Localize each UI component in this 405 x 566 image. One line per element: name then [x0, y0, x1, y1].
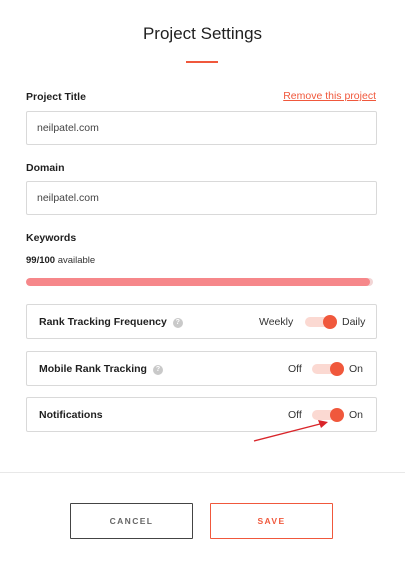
keywords-label: Keywords [26, 232, 77, 244]
rank-tracking-daily-label[interactable]: Daily [342, 316, 365, 328]
project-title-input[interactable] [26, 111, 377, 145]
footer-divider [0, 472, 405, 473]
project-title-label: Project Title [26, 91, 86, 103]
keywords-count: 99/100 available [26, 255, 95, 266]
mobile-rank-toggle[interactable] [312, 362, 344, 376]
rank-tracking-label: Rank Tracking Frequency [39, 316, 167, 328]
keywords-available-text: available [57, 255, 96, 266]
mobile-rank-label: Mobile Rank Tracking [39, 363, 147, 375]
mobile-rank-label-wrap: Mobile Rank Tracking? [39, 363, 163, 375]
help-icon[interactable]: ? [172, 318, 183, 328]
rank-tracking-row: Rank Tracking Frequency? Weekly Daily [26, 304, 377, 339]
notifications-toggle[interactable] [312, 408, 344, 422]
notifications-off-label[interactable]: Off [288, 409, 302, 421]
keywords-progress-fill [26, 278, 370, 286]
mobile-rank-off-label[interactable]: Off [288, 363, 302, 375]
keywords-progress-bar [26, 278, 373, 286]
notifications-on-label[interactable]: On [349, 409, 363, 421]
remove-project-link[interactable]: Remove this project [283, 90, 376, 102]
domain-input[interactable] [26, 181, 377, 215]
title-underline [186, 61, 218, 63]
rank-tracking-toggle[interactable] [305, 315, 337, 329]
mobile-rank-row: Mobile Rank Tracking? Off On [26, 351, 377, 386]
rank-tracking-label-wrap: Rank Tracking Frequency? [39, 316, 183, 328]
cancel-button[interactable]: CANCEL [70, 503, 193, 539]
toggle-knob [323, 315, 337, 329]
toggle-knob [330, 362, 344, 376]
notifications-label: Notifications [39, 409, 103, 421]
keywords-used: 99/100 [26, 255, 56, 266]
save-button[interactable]: SAVE [210, 503, 333, 539]
toggle-knob [330, 408, 344, 422]
help-icon[interactable]: ? [152, 365, 163, 375]
page-title: Project Settings [142, 24, 263, 43]
rank-tracking-weekly-label[interactable]: Weekly [259, 316, 293, 328]
notifications-row: Notifications Off On [26, 397, 377, 432]
mobile-rank-on-label[interactable]: On [349, 363, 363, 375]
domain-label: Domain [26, 162, 65, 174]
